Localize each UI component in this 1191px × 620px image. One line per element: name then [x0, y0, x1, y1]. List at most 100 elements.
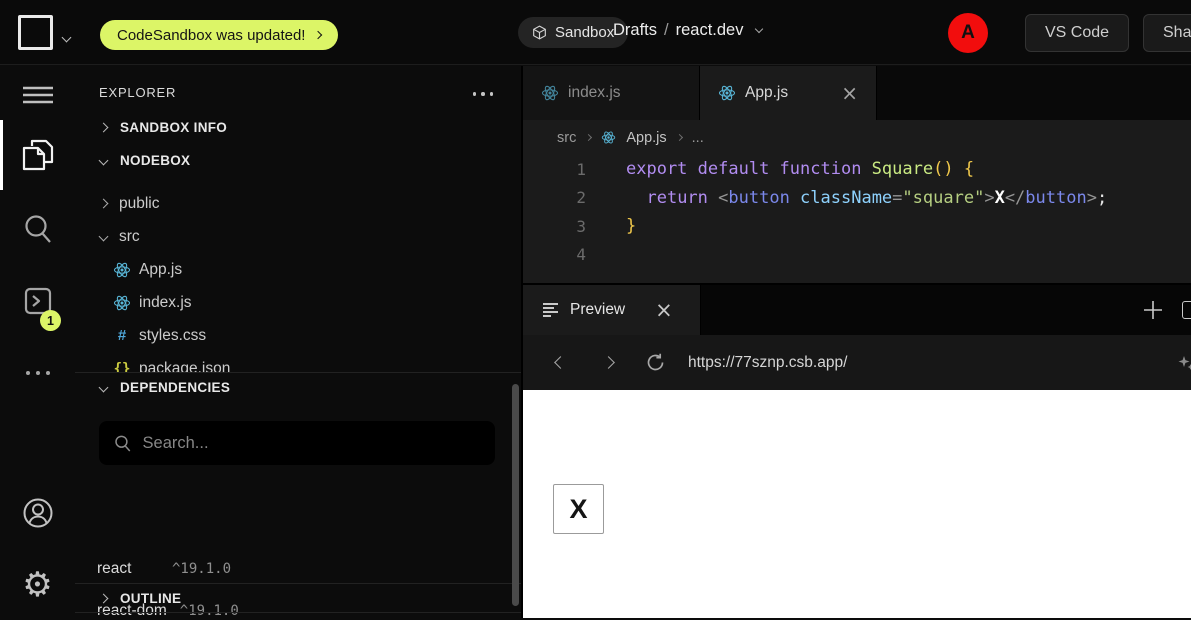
url-text[interactable]: https://77sznp.csb.app/: [688, 354, 847, 372]
section-label: OUTLINE: [120, 591, 181, 606]
preview-list-icon: [543, 300, 558, 319]
files-icon[interactable]: [0, 138, 75, 172]
line-number: 3: [523, 217, 586, 236]
share-button[interactable]: Share: [1143, 14, 1191, 52]
chevron-down-icon: [755, 25, 763, 33]
layout-icon[interactable]: [1182, 301, 1191, 319]
tree-item-public[interactable]: public: [75, 187, 521, 220]
activity-bar: 1 ⚙: [0, 66, 75, 618]
css-file-icon: #: [112, 327, 132, 344]
preview-url-bar: https://77sznp.csb.app/: [523, 335, 1191, 390]
back-icon[interactable]: [545, 358, 575, 367]
explorer-more-icon[interactable]: [473, 92, 494, 96]
close-preview-icon[interactable]: ×: [655, 300, 673, 321]
menu-icon[interactable]: [0, 78, 75, 112]
tree-item-label: package.json: [139, 360, 230, 373]
preview-viewport: X: [523, 390, 1191, 618]
dependency-search: [99, 421, 495, 465]
chevron-down-icon: [99, 383, 109, 393]
breadcrumb-symbol[interactable]: ...: [692, 130, 704, 146]
section-dependencies[interactable]: DEPENDENCIES: [75, 372, 521, 402]
section-label: SANDBOX INFO: [120, 120, 227, 135]
tree-item-label: public: [119, 195, 160, 213]
more-icon[interactable]: [0, 356, 75, 390]
section-nodebox[interactable]: NODEBOX: [75, 146, 521, 174]
section-outline[interactable]: OUTLINE: [75, 583, 521, 613]
workspace-chevron-down-icon[interactable]: [63, 28, 70, 46]
code-text: }: [586, 216, 636, 236]
vs-code-button[interactable]: VS Code: [1025, 14, 1129, 52]
tree-item-App-js[interactable]: App.js: [75, 253, 521, 286]
package-row[interactable]: react ^19.1.0: [97, 560, 231, 578]
tree-item-index-js[interactable]: index.js: [75, 286, 521, 319]
tab-preview[interactable]: Preview ×: [523, 285, 701, 335]
top-bar: CodeSandbox was updated! Sandbox Drafts …: [0, 0, 1191, 65]
breadcrumb-project[interactable]: react.dev: [676, 21, 744, 40]
tree-item-label: src: [119, 228, 140, 246]
line-number: 1: [523, 160, 586, 179]
breadcrumb[interactable]: Drafts / react.dev: [613, 21, 762, 40]
react-file-icon: [718, 84, 736, 102]
breadcrumb-team[interactable]: Drafts: [613, 21, 657, 40]
json-file-icon: {}: [112, 361, 132, 373]
code-line[interactable]: 3}: [523, 212, 1191, 241]
cube-icon: [532, 25, 547, 40]
chevron-right-icon: [314, 31, 322, 39]
preview-tab-bar: Preview ×: [523, 285, 1191, 335]
breadcrumb-folder[interactable]: src: [557, 130, 576, 146]
avatar-letter: A: [961, 22, 975, 44]
chevron-down-icon: [99, 232, 109, 242]
settings-icon[interactable]: ⚙: [0, 568, 75, 602]
code-text: export default function Square() {: [586, 159, 974, 179]
tree-item-label: styles.css: [139, 327, 206, 345]
profile-icon[interactable]: [0, 496, 75, 530]
section-label: DEPENDENCIES: [120, 380, 230, 395]
vs-code-button-label: VS Code: [1045, 24, 1109, 42]
code-editor[interactable]: 1export default function Square() {2 ret…: [523, 155, 1191, 283]
update-banner[interactable]: CodeSandbox was updated!: [100, 20, 338, 50]
avatar[interactable]: A: [948, 13, 988, 53]
tree-item-src[interactable]: src: [75, 220, 521, 253]
add-tab-icon[interactable]: [1142, 299, 1164, 321]
chevron-right-icon: [676, 134, 683, 141]
react-file-icon: [601, 130, 616, 145]
forward-icon[interactable]: [593, 358, 623, 367]
sidebar-scrollbar[interactable]: [512, 384, 519, 606]
search-icon[interactable]: [0, 212, 75, 246]
tree-item-styles-css[interactable]: # styles.css: [75, 319, 521, 352]
editor-tab-bar: index.js App.js ×: [523, 66, 1191, 120]
share-button-label: Share: [1163, 24, 1191, 42]
tab-label: index.js: [568, 84, 621, 102]
breadcrumb-file[interactable]: App.js: [626, 130, 666, 146]
square-button[interactable]: X: [553, 484, 604, 534]
explorer-header: EXPLORER: [75, 80, 521, 106]
code-line[interactable]: 1export default function Square() {: [523, 155, 1191, 184]
code-line[interactable]: 2 return <button className="square">X</b…: [523, 184, 1191, 213]
search-input[interactable]: [143, 434, 480, 453]
react-file-icon: [541, 84, 559, 102]
code-line[interactable]: 4: [523, 241, 1191, 270]
terminal-icon[interactable]: [0, 284, 75, 318]
close-tab-icon[interactable]: ×: [841, 83, 858, 103]
explorer-title: EXPLORER: [99, 85, 176, 100]
tree-item-label: index.js: [139, 294, 192, 312]
tab-index-js[interactable]: index.js: [523, 66, 700, 120]
terminal-badge: 1: [40, 310, 61, 331]
sandbox-badge-label: Sandbox: [555, 24, 614, 41]
sandbox-badge[interactable]: Sandbox: [518, 17, 628, 48]
tree-item-label: App.js: [139, 261, 182, 279]
sparkle-icon[interactable]: [1177, 354, 1191, 372]
react-file-icon: [112, 294, 132, 312]
codesandbox-logo[interactable]: [18, 15, 53, 50]
square-button-label: X: [569, 494, 587, 525]
tab-app-js[interactable]: App.js ×: [700, 66, 877, 120]
chevron-down-icon: [99, 155, 109, 165]
section-label: NODEBOX: [120, 153, 190, 168]
section-sandbox-info[interactable]: SANDBOX INFO: [75, 113, 521, 141]
chevron-right-icon: [99, 199, 109, 209]
search-icon: [114, 434, 132, 453]
package-name: react: [97, 560, 159, 578]
refresh-icon[interactable]: [640, 352, 670, 373]
tree-item-package-json[interactable]: {} package.json: [75, 352, 521, 372]
line-number: 4: [523, 245, 586, 264]
